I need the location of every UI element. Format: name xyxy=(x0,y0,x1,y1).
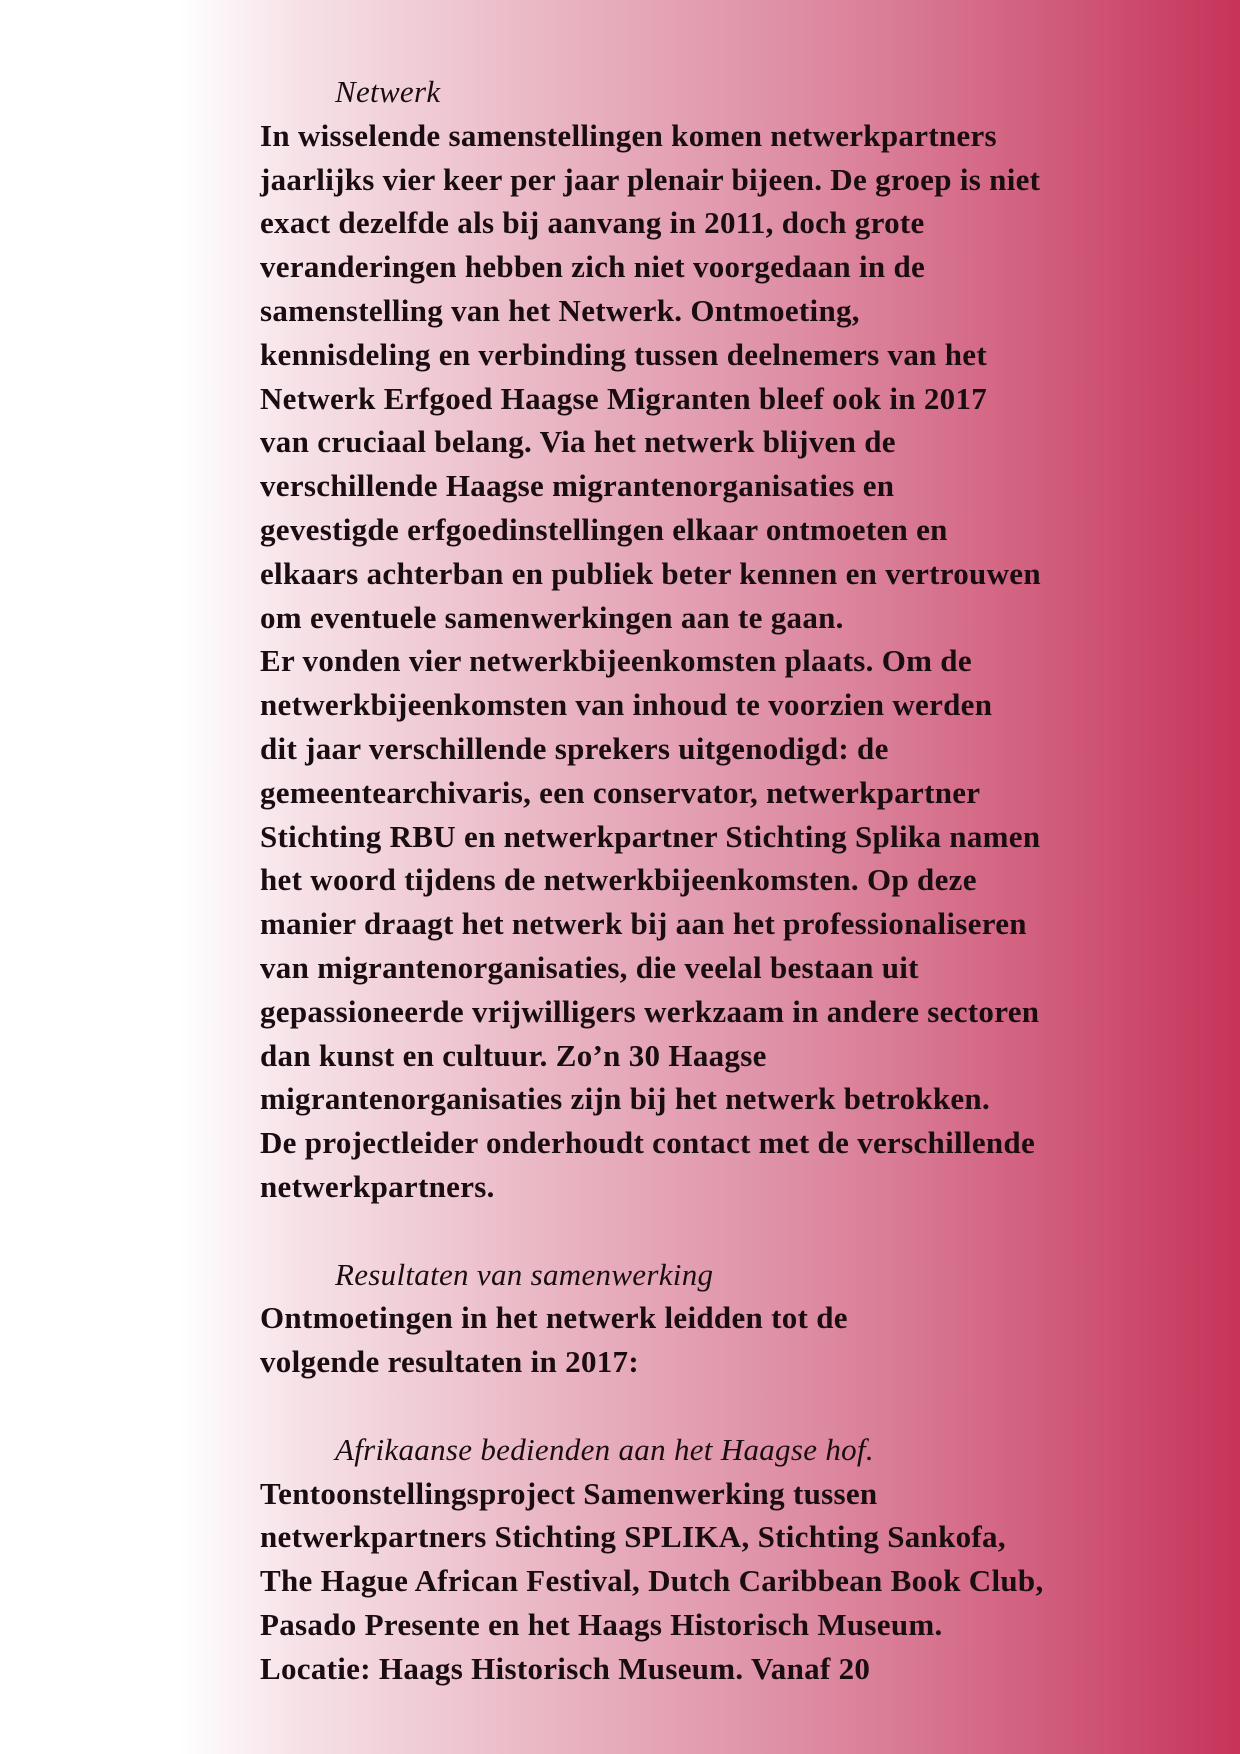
text-line: volgende resultaten in 2017: xyxy=(260,1344,639,1380)
heading-afrikaanse: Afrikaanse bedienden aan het Haagse hof. xyxy=(335,1431,874,1467)
text-line: jaarlijks vier keer per jaar plenair bij… xyxy=(260,161,1041,197)
text-line: Pasado Presente en het Haags Historisch … xyxy=(260,1606,943,1642)
text-line: exact dezelfde als bij aanvang in 2011, … xyxy=(260,205,925,241)
section-afrikaanse-body: Tentoonstellingsproject Samenwerking tus… xyxy=(260,1472,1160,1691)
text-line: migrantenorganisaties zijn bij het netwe… xyxy=(260,1081,991,1117)
text-line: manier draagt het netwerk bij aan het pr… xyxy=(260,906,1027,942)
text-line: Er vonden vier netwerkbijeenkomsten plaa… xyxy=(260,643,972,679)
text-line: elkaars achterban en publiek beter kenne… xyxy=(260,555,1041,591)
heading-resultaten: Resultaten van samenwerking xyxy=(335,1256,714,1292)
text-line: van migrantenorganisaties, die veelal be… xyxy=(260,949,919,985)
text-line: kennisdeling en verbinding tussen deelne… xyxy=(260,336,987,372)
text-line: Netwerk Erfgoed Haagse Migranten bleef o… xyxy=(260,380,988,416)
text-line: gemeentearchivaris, een conservator, net… xyxy=(260,774,981,810)
text-line: gevestigde erfgoedinstellingen elkaar on… xyxy=(260,511,948,547)
text-line: het woord tijdens de netwerkbijeenkomste… xyxy=(260,862,977,898)
page-background: Netwerk In wisselende samenstellingen ko… xyxy=(0,0,1240,1754)
text-line: De projectleider onderhoudt contact met … xyxy=(260,1125,1036,1161)
text-line: samenstelling van het Netwerk. Ontmoetin… xyxy=(260,292,860,328)
text-line: netwerkpartners Stichting SPLIKA, Sticht… xyxy=(260,1519,1006,1555)
text-line: Locatie: Haags Historisch Museum. Vanaf … xyxy=(260,1650,871,1686)
text-line: Ontmoetingen in het netwerk leidden tot … xyxy=(260,1300,848,1336)
text-line: verschillende Haagse migrantenorganisati… xyxy=(260,468,895,504)
text-line: netwerkpartners. xyxy=(260,1168,495,1204)
text-line: Tentoonstellingsproject Samenwerking tus… xyxy=(260,1475,878,1511)
text-line: van cruciaal belang. Via het netwerk bli… xyxy=(260,424,896,460)
section-resultaten-body: Ontmoetingen in het netwerk leidden tot … xyxy=(260,1296,1160,1384)
document-body: Netwerk In wisselende samenstellingen ko… xyxy=(260,70,1160,1690)
section-netwerk-body: In wisselende samenstellingen komen netw… xyxy=(260,114,1160,1209)
heading-netwerk: Netwerk xyxy=(335,74,441,109)
text-line: om eventuele samenwerkingen aan te gaan. xyxy=(260,599,844,635)
text-line: gepassioneerde vrijwilligers werkzaam in… xyxy=(260,993,1040,1029)
text-line: In wisselende samenstellingen komen netw… xyxy=(260,117,997,153)
text-line: netwerkbijeenkomsten van inhoud te voorz… xyxy=(260,687,993,723)
text-line: veranderingen hebben zich niet voorgedaa… xyxy=(260,249,926,285)
text-line: dan kunst en cultuur. Zo’n 30 Haagse xyxy=(260,1037,767,1073)
text-line: Stichting RBU en netwerkpartner Stichtin… xyxy=(260,818,1041,854)
text-line: dit jaar verschillende sprekers uitgenod… xyxy=(260,730,889,766)
text-line: The Hague African Festival, Dutch Caribb… xyxy=(260,1563,1044,1599)
